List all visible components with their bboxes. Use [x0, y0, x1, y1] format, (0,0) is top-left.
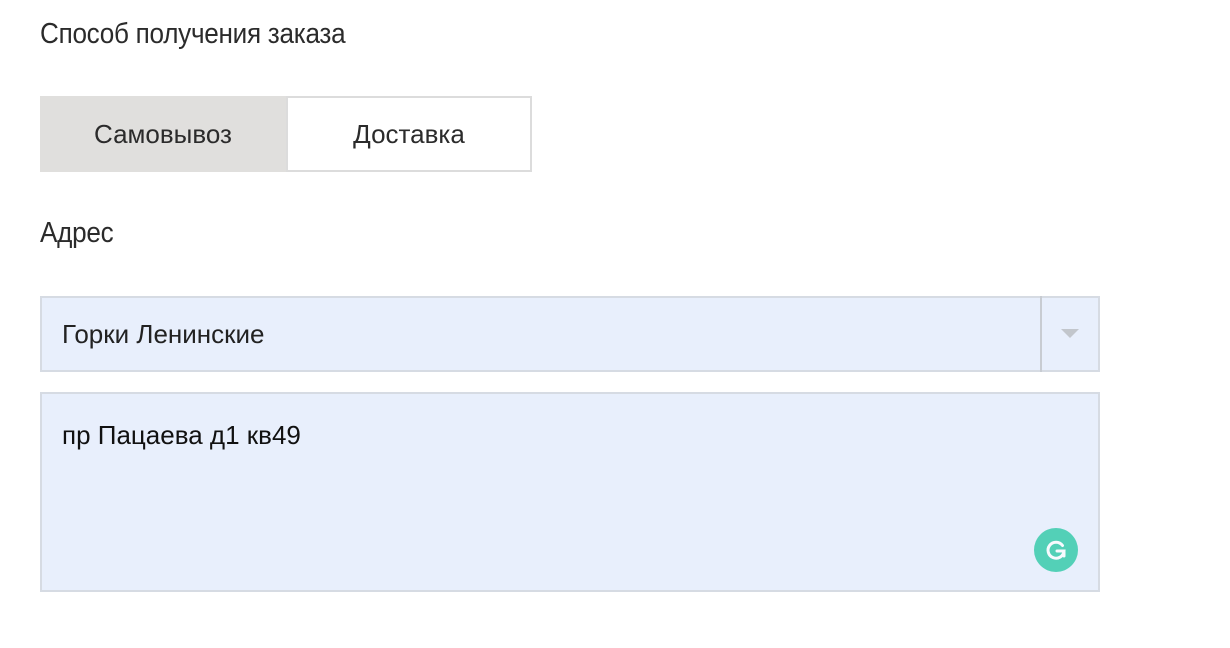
- chevron-down-icon[interactable]: [1042, 298, 1098, 370]
- street-address-field[interactable]: пр Пацаева д1 кв49: [40, 392, 1100, 592]
- city-select-value: Горки Ленинские: [62, 318, 265, 349]
- grammarly-icon[interactable]: [1034, 528, 1078, 572]
- delivery-method-title: Способ получения заказа: [40, 18, 346, 50]
- street-address-value: пр Пацаева д1 кв49: [62, 420, 301, 450]
- delivery-button[interactable]: Доставка: [286, 96, 532, 172]
- pickup-button[interactable]: Самовывоз: [40, 96, 286, 172]
- address-title: Адрес: [40, 217, 114, 249]
- city-select[interactable]: Горки Ленинские: [40, 296, 1100, 372]
- delivery-method-toggle: Самовывоз Доставка: [40, 96, 532, 172]
